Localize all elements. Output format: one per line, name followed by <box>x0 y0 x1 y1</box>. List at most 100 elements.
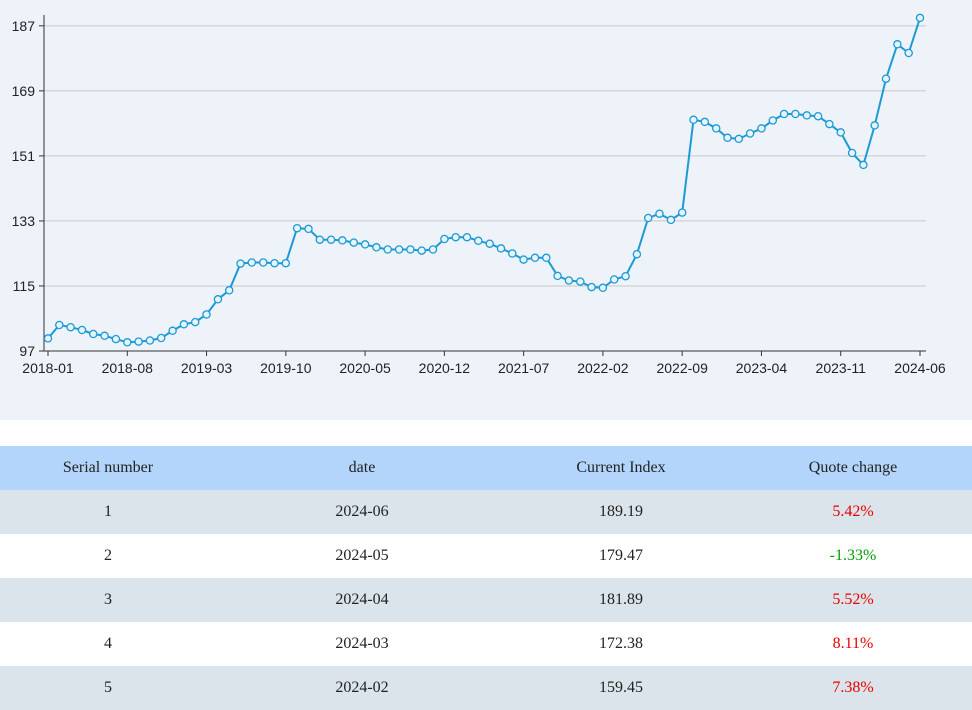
data-point <box>542 253 551 263</box>
data-point <box>428 245 438 254</box>
data-point <box>677 208 687 217</box>
data-point <box>609 275 619 284</box>
x-tick-label: 2023-04 <box>736 360 788 376</box>
data-point <box>417 246 426 255</box>
data-point <box>258 258 268 267</box>
index-cell: 159.45 <box>508 666 734 710</box>
y-tick-label: 151 <box>12 148 36 164</box>
data-point <box>292 223 302 233</box>
data-point <box>915 13 925 23</box>
data-point <box>270 258 279 268</box>
data-point <box>315 235 325 244</box>
data-point <box>485 239 494 248</box>
data-point <box>349 238 359 247</box>
data-point <box>304 224 313 234</box>
y-tick-label: 169 <box>12 83 36 99</box>
data-point <box>859 160 868 170</box>
header-quote-change: Quote change <box>734 446 972 490</box>
data-point <box>145 336 155 345</box>
table-row: 4 2024-03 172.38 8.11% <box>0 622 972 666</box>
data-point <box>43 334 53 343</box>
x-tick-label: 2022-02 <box>577 360 629 376</box>
index-table: Serial number date Current Index Quote c… <box>0 446 972 710</box>
data-point <box>813 111 823 121</box>
data-point <box>123 338 132 347</box>
data-point <box>496 244 506 253</box>
date-cell: 2024-04 <box>216 578 508 622</box>
data-point <box>55 320 64 330</box>
serial-cell: 5 <box>0 666 216 710</box>
x-tick-label: 2018-08 <box>102 360 154 376</box>
data-point <box>134 337 143 346</box>
index-cell: 181.89 <box>508 578 734 622</box>
serial-cell: 3 <box>0 578 216 622</box>
data-point <box>247 258 257 267</box>
data-point <box>893 40 902 49</box>
x-tick-label: 2024-06 <box>894 360 946 376</box>
data-point <box>598 283 608 293</box>
data-point <box>553 271 562 281</box>
data-point <box>723 133 732 143</box>
header-current-index: Current Index <box>508 446 734 490</box>
data-point <box>213 295 223 304</box>
chart-panel: 187 169 151 133 115 97 2018-01 2018-08 2019-03 20… <box>0 0 972 420</box>
data-point <box>689 115 698 125</box>
y-tick-label: 133 <box>12 213 36 229</box>
data-point <box>530 253 540 263</box>
data-point <box>66 322 75 332</box>
data-point <box>440 234 449 244</box>
serial-cell: 1 <box>0 490 216 534</box>
x-tick-label: 2023-11 <box>816 360 867 376</box>
data-point <box>711 124 721 133</box>
data-point <box>383 245 392 254</box>
data-point <box>168 326 177 336</box>
data-point <box>236 259 245 268</box>
data-point <box>632 249 642 259</box>
data-point <box>881 74 891 83</box>
date-cell: 2024-03 <box>216 622 508 666</box>
x-tick-label: 2021-07 <box>498 360 550 376</box>
date-cell: 2024-05 <box>216 534 508 578</box>
data-point <box>757 124 766 133</box>
serial-cell: 4 <box>0 622 216 666</box>
data-point <box>734 134 744 144</box>
data-point <box>394 245 404 254</box>
x-tick-label: 2020-05 <box>339 360 391 376</box>
line-chart: 187 169 151 133 115 972018-01 2018-08 2019-03 20… <box>12 13 946 376</box>
table-header-row: Serial number date Current Index Quote c… <box>0 446 972 490</box>
data-point <box>224 286 234 295</box>
table-row: 3 2024-04 181.89 5.52% <box>0 578 972 622</box>
data-point <box>700 117 710 127</box>
data-point <box>281 258 291 268</box>
index-cell: 172.38 <box>508 622 734 666</box>
data-point <box>836 128 845 137</box>
data-point <box>508 249 517 258</box>
x-tick-label: 2018-01 <box>22 360 74 376</box>
data-point <box>326 235 336 244</box>
table-row: 5 2024-02 159.45 7.38% <box>0 666 972 710</box>
data-point <box>655 209 664 218</box>
data-point <box>77 325 87 335</box>
data-point <box>451 232 460 242</box>
data-point <box>847 148 857 158</box>
y-tick-label: 115 <box>13 278 36 294</box>
data-point <box>768 116 778 125</box>
data-point <box>372 243 381 252</box>
data-point <box>179 320 189 329</box>
data-point <box>621 271 630 281</box>
date-cell: 2024-06 <box>216 490 508 534</box>
serial-cell: 2 <box>0 534 216 578</box>
data-point <box>474 236 483 246</box>
series-line <box>47 17 921 344</box>
data-point <box>406 245 415 254</box>
y-tick-label: 97 <box>19 343 35 359</box>
data-point <box>745 129 755 138</box>
data-point <box>904 48 913 58</box>
header-serial-number: Serial number <box>0 446 216 490</box>
data-point <box>643 213 653 223</box>
data-point <box>870 121 879 130</box>
x-tick-label: 2020-12 <box>419 360 471 376</box>
quote-change-cell: -1.33% <box>734 534 972 578</box>
data-point <box>519 255 528 264</box>
table-row: 2 2024-05 179.47 -1.33% <box>0 534 972 578</box>
